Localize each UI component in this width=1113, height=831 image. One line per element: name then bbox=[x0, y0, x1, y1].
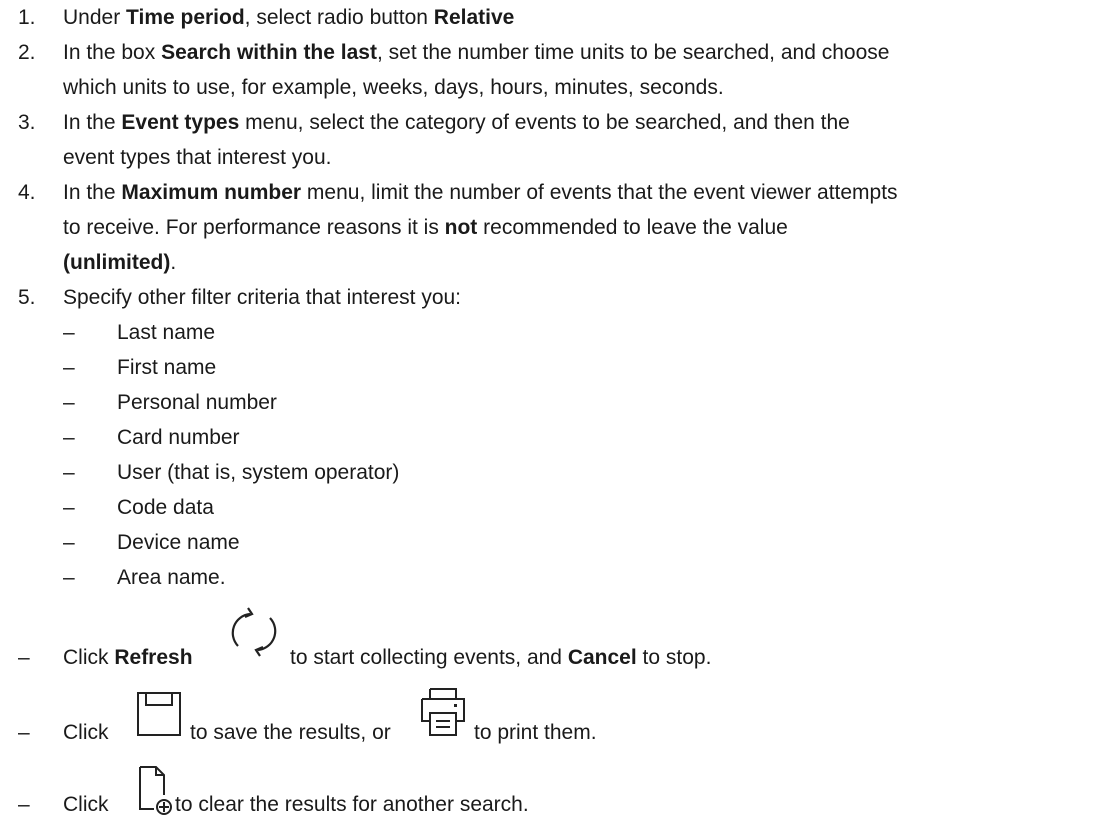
ui-term: Search within the last bbox=[161, 41, 377, 64]
text-run: . bbox=[170, 251, 177, 274]
step-text-line2: event types that interest you. bbox=[63, 146, 332, 169]
criterion-label: Area name. bbox=[117, 566, 226, 589]
text-run: menu, limit the number of events that th… bbox=[301, 181, 898, 204]
clear-instruction: – Click to clear the results for another… bbox=[0, 766, 1113, 822]
save-print-instruction: – Click to save the results, or to print… bbox=[0, 688, 1113, 750]
step-text: In the box Search within the last, set t… bbox=[63, 35, 1103, 70]
text-run: to print them. bbox=[474, 721, 597, 744]
refresh-text-before: Click Refresh bbox=[63, 640, 193, 675]
step-text-line3: (unlimited). bbox=[63, 245, 1103, 280]
step-text: In the Event types menu, select the cate… bbox=[63, 105, 1103, 140]
refresh-text-after: to start collecting events, and Cancel t… bbox=[290, 640, 711, 675]
text-run: , select radio button bbox=[244, 6, 434, 29]
step-number: 1. bbox=[18, 6, 36, 29]
step-number: 3. bbox=[18, 111, 36, 134]
text-run: Specify other filter criteria that inter… bbox=[63, 286, 462, 309]
dash-marker: – bbox=[63, 531, 75, 554]
ui-term: (unlimited) bbox=[63, 251, 171, 274]
step-text: Specify other filter criteria that inter… bbox=[63, 280, 1103, 315]
refresh-instruction: – Click Refresh to start collecting even… bbox=[0, 607, 1113, 675]
text-run: to start collecting events, and bbox=[290, 646, 568, 669]
dash-marker: – bbox=[63, 496, 75, 519]
dash-marker: – bbox=[63, 391, 75, 414]
step-text-line2: to receive. For performance reasons it i… bbox=[63, 210, 1103, 245]
text-run: to stop. bbox=[636, 646, 712, 669]
print-icon bbox=[420, 687, 466, 743]
dash-marker: – bbox=[18, 721, 30, 744]
ui-term: Relative bbox=[433, 6, 515, 29]
save-icon bbox=[136, 691, 182, 743]
step-number: 4. bbox=[18, 181, 36, 204]
ui-term: Time period bbox=[126, 6, 245, 29]
ui-term: Cancel bbox=[567, 646, 637, 669]
text-run: In the bbox=[63, 111, 122, 134]
step-number: 5. bbox=[18, 286, 36, 309]
criterion-label: User (that is, system operator) bbox=[117, 461, 400, 484]
criterion-label: First name bbox=[117, 356, 217, 379]
text-run: Under bbox=[63, 6, 127, 29]
criterion-label: Personal number bbox=[117, 391, 277, 414]
dash-marker: – bbox=[18, 793, 30, 816]
text-run: Click bbox=[63, 793, 109, 816]
ui-term: not bbox=[444, 216, 478, 239]
step-text: In the Maximum number menu, limit the nu… bbox=[63, 175, 1103, 210]
step-text-line2: which units to use, for example, weeks, … bbox=[63, 76, 724, 99]
text-run: In the bbox=[63, 181, 122, 204]
clear-results-icon bbox=[138, 765, 176, 821]
text-run: Click bbox=[63, 721, 109, 744]
ui-term: Refresh bbox=[114, 646, 193, 669]
ui-term: Maximum number bbox=[121, 181, 302, 204]
text-run: In the box bbox=[63, 41, 162, 64]
dash-marker: – bbox=[63, 426, 75, 449]
dash-marker: – bbox=[63, 356, 75, 379]
text-run: to clear the results for another search. bbox=[175, 793, 529, 816]
step-text: Under Time period, select radio button R… bbox=[63, 0, 1103, 35]
text-run: to receive. For performance reasons it i… bbox=[63, 216, 445, 239]
refresh-icon bbox=[228, 606, 280, 664]
dash-marker: – bbox=[63, 461, 75, 484]
criterion-label: Last name bbox=[117, 321, 216, 344]
step-number: 2. bbox=[18, 41, 36, 64]
text-run: , set the number time units to be search… bbox=[376, 41, 890, 64]
dash-marker: – bbox=[18, 646, 30, 669]
dash-marker: – bbox=[63, 321, 75, 344]
criterion-label: Device name bbox=[117, 531, 240, 554]
criterion-label: Code data bbox=[117, 496, 214, 519]
criterion-label: Card number bbox=[117, 426, 240, 449]
text-run: recommended to leave the value bbox=[477, 216, 788, 239]
text-run: menu, select the category of events to b… bbox=[239, 111, 850, 134]
dash-marker: – bbox=[63, 566, 75, 589]
ui-term: Event types bbox=[121, 111, 240, 134]
text-run: Click bbox=[63, 646, 115, 669]
text-run: to save the results, or bbox=[190, 721, 391, 744]
